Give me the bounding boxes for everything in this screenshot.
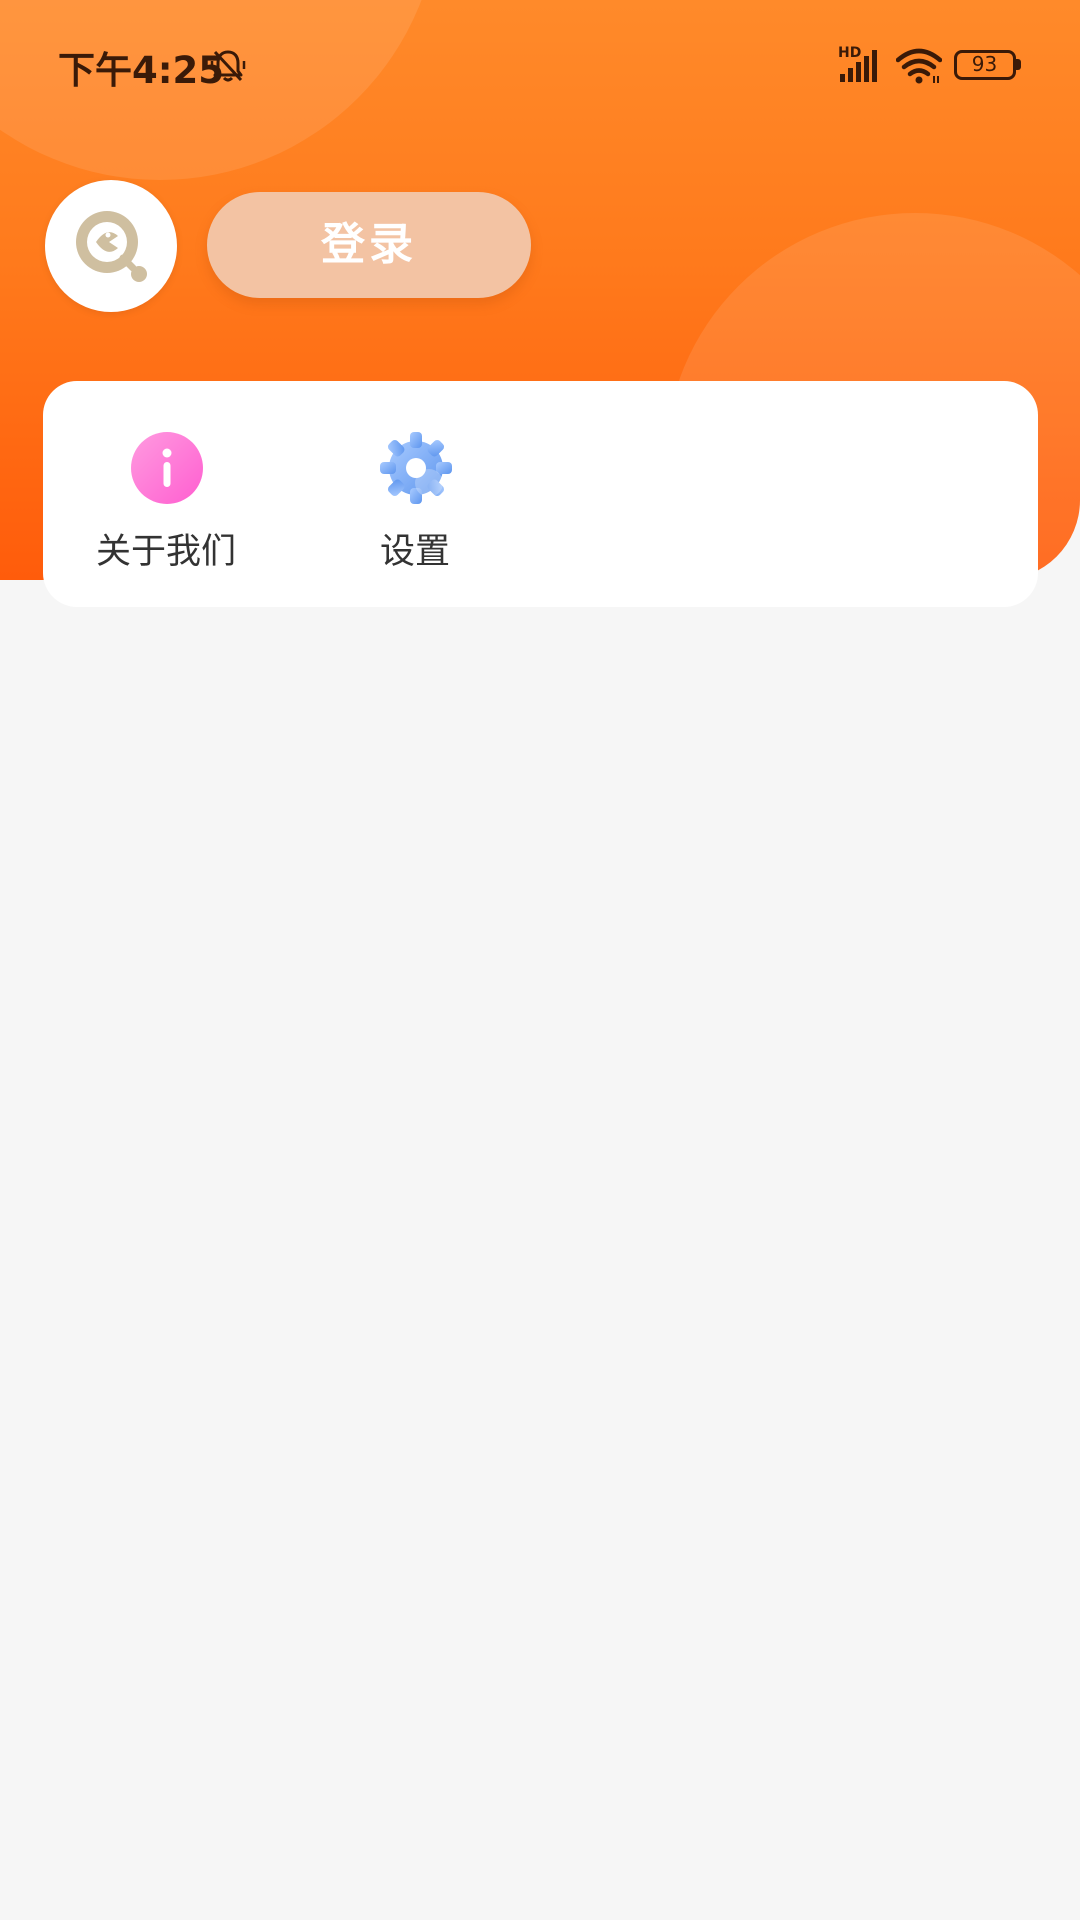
menu-card: 关于我们 设置 [43,381,1038,607]
wifi-icon [896,48,942,84]
menu-item-label: 设置 [379,532,450,572]
gear-icon [379,431,453,505]
menu-item-label: 关于我们 [95,532,236,572]
battery-icon: 93 [954,50,1021,80]
menu-item-about-us[interactable]: 关于我们 [66,381,266,607]
status-bar: 下午4:25 HD 93 [0,0,1080,130]
battery-level: 93 [971,52,998,76]
login-button[interactable]: 登录 [207,192,531,298]
menu-item-settings[interactable]: 设置 [315,381,515,607]
signal-icon [840,50,877,82]
silent-bell-icon [210,50,246,82]
avatar[interactable] [45,180,177,312]
info-icon [130,431,204,505]
status-time: 下午4:25 [58,49,225,92]
app-logo-icon [76,211,147,282]
battery-tip [1016,59,1021,70]
